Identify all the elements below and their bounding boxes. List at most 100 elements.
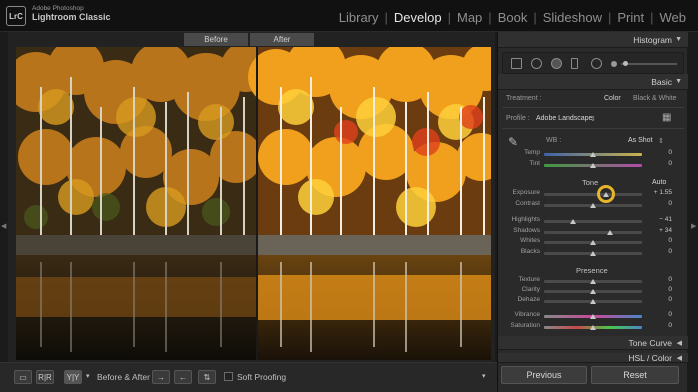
- vibrance-slider-thumb[interactable]: [590, 314, 596, 319]
- highlights-slider-thumb[interactable]: [570, 219, 577, 224]
- clarity-slider-thumb[interactable]: [590, 289, 596, 294]
- highlights-value[interactable]: − 41: [648, 216, 672, 223]
- view-mode-dropdown-icon[interactable]: ▾: [86, 372, 90, 380]
- crop-tool-icon[interactable]: [511, 58, 522, 69]
- shadows-slider-thumb[interactable]: [606, 230, 613, 235]
- collapse-triangle-icon: ▼: [675, 36, 682, 43]
- whites-value[interactable]: 0: [648, 237, 672, 244]
- expand-triangle-icon: ◀: [676, 339, 682, 347]
- radial-filter-icon[interactable]: [591, 58, 602, 69]
- contrast-value[interactable]: 0: [648, 200, 672, 207]
- swap-before-after-icon[interactable]: ⇅: [198, 370, 216, 384]
- before-after-split-icon[interactable]: Y|Y: [64, 370, 82, 384]
- module-print[interactable]: Print: [615, 10, 646, 25]
- right-panel-toggle-icon[interactable]: ▶: [691, 222, 696, 230]
- module-separator: |: [488, 10, 492, 25]
- before-after-divider: [256, 47, 258, 360]
- module-slideshow[interactable]: Slideshow: [541, 10, 604, 25]
- auto-tone-button[interactable]: Auto: [652, 179, 666, 186]
- tool-amount-thumb[interactable]: [623, 61, 628, 66]
- lightroom-window: LrC Adobe Photoshop Lightroom Classic Li…: [0, 0, 698, 392]
- toolbar-menu-icon[interactable]: ▾: [482, 372, 486, 380]
- spot-removal-tool-icon[interactable]: [531, 58, 542, 69]
- saturation-value[interactable]: 0: [648, 322, 672, 329]
- previous-button[interactable]: Previous: [501, 366, 587, 384]
- highlights-label: Highlights: [511, 216, 540, 223]
- wb-preset-dropdown[interactable]: As Shot: [628, 137, 653, 144]
- contrast-slider-thumb[interactable]: [590, 203, 596, 208]
- graduated-filter-icon[interactable]: [571, 58, 578, 69]
- photo-preview[interactable]: [16, 47, 491, 360]
- highlights-slider[interactable]: [544, 220, 642, 223]
- copy-after-to-before-icon[interactable]: ←: [174, 370, 192, 384]
- expand-triangle-icon: ◀: [676, 354, 682, 362]
- module-separator: |: [533, 10, 537, 25]
- texture-slider-thumb[interactable]: [590, 279, 596, 284]
- profile-browser-grid-icon[interactable]: ▦: [662, 112, 671, 123]
- temp-value[interactable]: 0: [648, 149, 672, 156]
- tint-value[interactable]: 0: [648, 160, 672, 167]
- histogram-header[interactable]: Histogram ▼: [498, 32, 688, 48]
- basic-header[interactable]: Basic ▼: [498, 74, 688, 90]
- reset-button[interactable]: Reset: [591, 366, 679, 384]
- whites-slider-thumb[interactable]: [590, 240, 596, 245]
- lightroom-logo-icon: LrC: [6, 6, 26, 26]
- module-picker: Library | Develop | Map | Book | Slidesh…: [337, 10, 688, 25]
- treatment-bw-option[interactable]: Black & White: [633, 95, 677, 102]
- left-panel-toggle-icon[interactable]: ◀: [1, 222, 6, 230]
- soft-proofing-label: Soft Proofing: [237, 372, 287, 382]
- tone-curve-header[interactable]: Tone Curve ◀: [498, 336, 688, 350]
- tone-section-title: Tone: [582, 178, 599, 187]
- treatment-label: Treatment :: [506, 95, 542, 102]
- tint-label: Tint: [529, 160, 540, 167]
- shadows-slider[interactable]: [544, 231, 642, 234]
- clarity-label: Clarity: [521, 286, 540, 293]
- module-library[interactable]: Library: [337, 10, 381, 25]
- tool-amount-slider[interactable]: [621, 61, 677, 66]
- hsl-header[interactable]: HSL / Color ◀: [498, 353, 688, 363]
- brand-line-1: Adobe Photoshop: [32, 5, 84, 12]
- profile-dropdown[interactable]: Adobe Landscape: [536, 115, 592, 122]
- module-book[interactable]: Book: [496, 10, 530, 25]
- module-map[interactable]: Map: [455, 10, 484, 25]
- collapse-triangle-icon: ▼: [675, 78, 682, 85]
- tone-curve-title: Tone Curve: [628, 337, 672, 348]
- profile-dropdown-arrow-icon[interactable]: ⇕: [590, 115, 596, 123]
- exposure-label: Exposure: [512, 189, 540, 196]
- vibrance-label: Vibrance: [514, 311, 540, 318]
- develop-right-panel: Histogram ▼ Basic ▼ Treatment : Color Bl…: [497, 32, 688, 392]
- shadows-value[interactable]: + 34: [648, 227, 672, 234]
- white-balance-eyedropper-icon[interactable]: ✎: [508, 135, 518, 149]
- module-bar: LrC Adobe Photoshop Lightroom Classic Li…: [0, 0, 698, 32]
- dehaze-value[interactable]: 0: [648, 296, 672, 303]
- adjustment-brush-icon[interactable]: [611, 61, 617, 67]
- histogram-title: Histogram: [633, 34, 672, 45]
- module-separator: |: [384, 10, 388, 25]
- exposure-value[interactable]: + 1.55: [648, 189, 672, 196]
- blacks-value[interactable]: 0: [648, 248, 672, 255]
- soft-proofing-checkbox[interactable]: [224, 372, 233, 381]
- red-eye-tool-icon[interactable]: [551, 58, 562, 69]
- blacks-slider-thumb[interactable]: [590, 251, 596, 256]
- treatment-color-option[interactable]: Color: [604, 95, 621, 102]
- clarity-value[interactable]: 0: [648, 286, 672, 293]
- module-separator: |: [607, 10, 612, 25]
- module-web[interactable]: Web: [658, 10, 689, 25]
- exposure-slider[interactable]: [544, 193, 642, 196]
- texture-value[interactable]: 0: [648, 276, 672, 283]
- temp-label: Temp: [524, 149, 540, 156]
- tool-strip: [502, 52, 684, 74]
- profile-label: Profile :: [506, 115, 530, 122]
- dehaze-slider-thumb[interactable]: [590, 299, 596, 304]
- copy-before-to-after-icon[interactable]: →: [152, 370, 170, 384]
- loupe-view-icon[interactable]: ▭: [14, 370, 32, 384]
- vibrance-value[interactable]: 0: [648, 311, 672, 318]
- before-after-left-right-icon[interactable]: R|R: [36, 370, 54, 384]
- saturation-slider-thumb[interactable]: [590, 325, 596, 330]
- module-develop[interactable]: Develop: [392, 10, 444, 25]
- wb-dropdown-arrow-icon[interactable]: ⇕: [658, 137, 664, 145]
- tint-slider-thumb[interactable]: [590, 163, 596, 168]
- wb-label: WB :: [546, 137, 562, 144]
- brand-line-2: Lightroom Classic: [32, 12, 111, 23]
- temp-slider-thumb[interactable]: [590, 152, 596, 157]
